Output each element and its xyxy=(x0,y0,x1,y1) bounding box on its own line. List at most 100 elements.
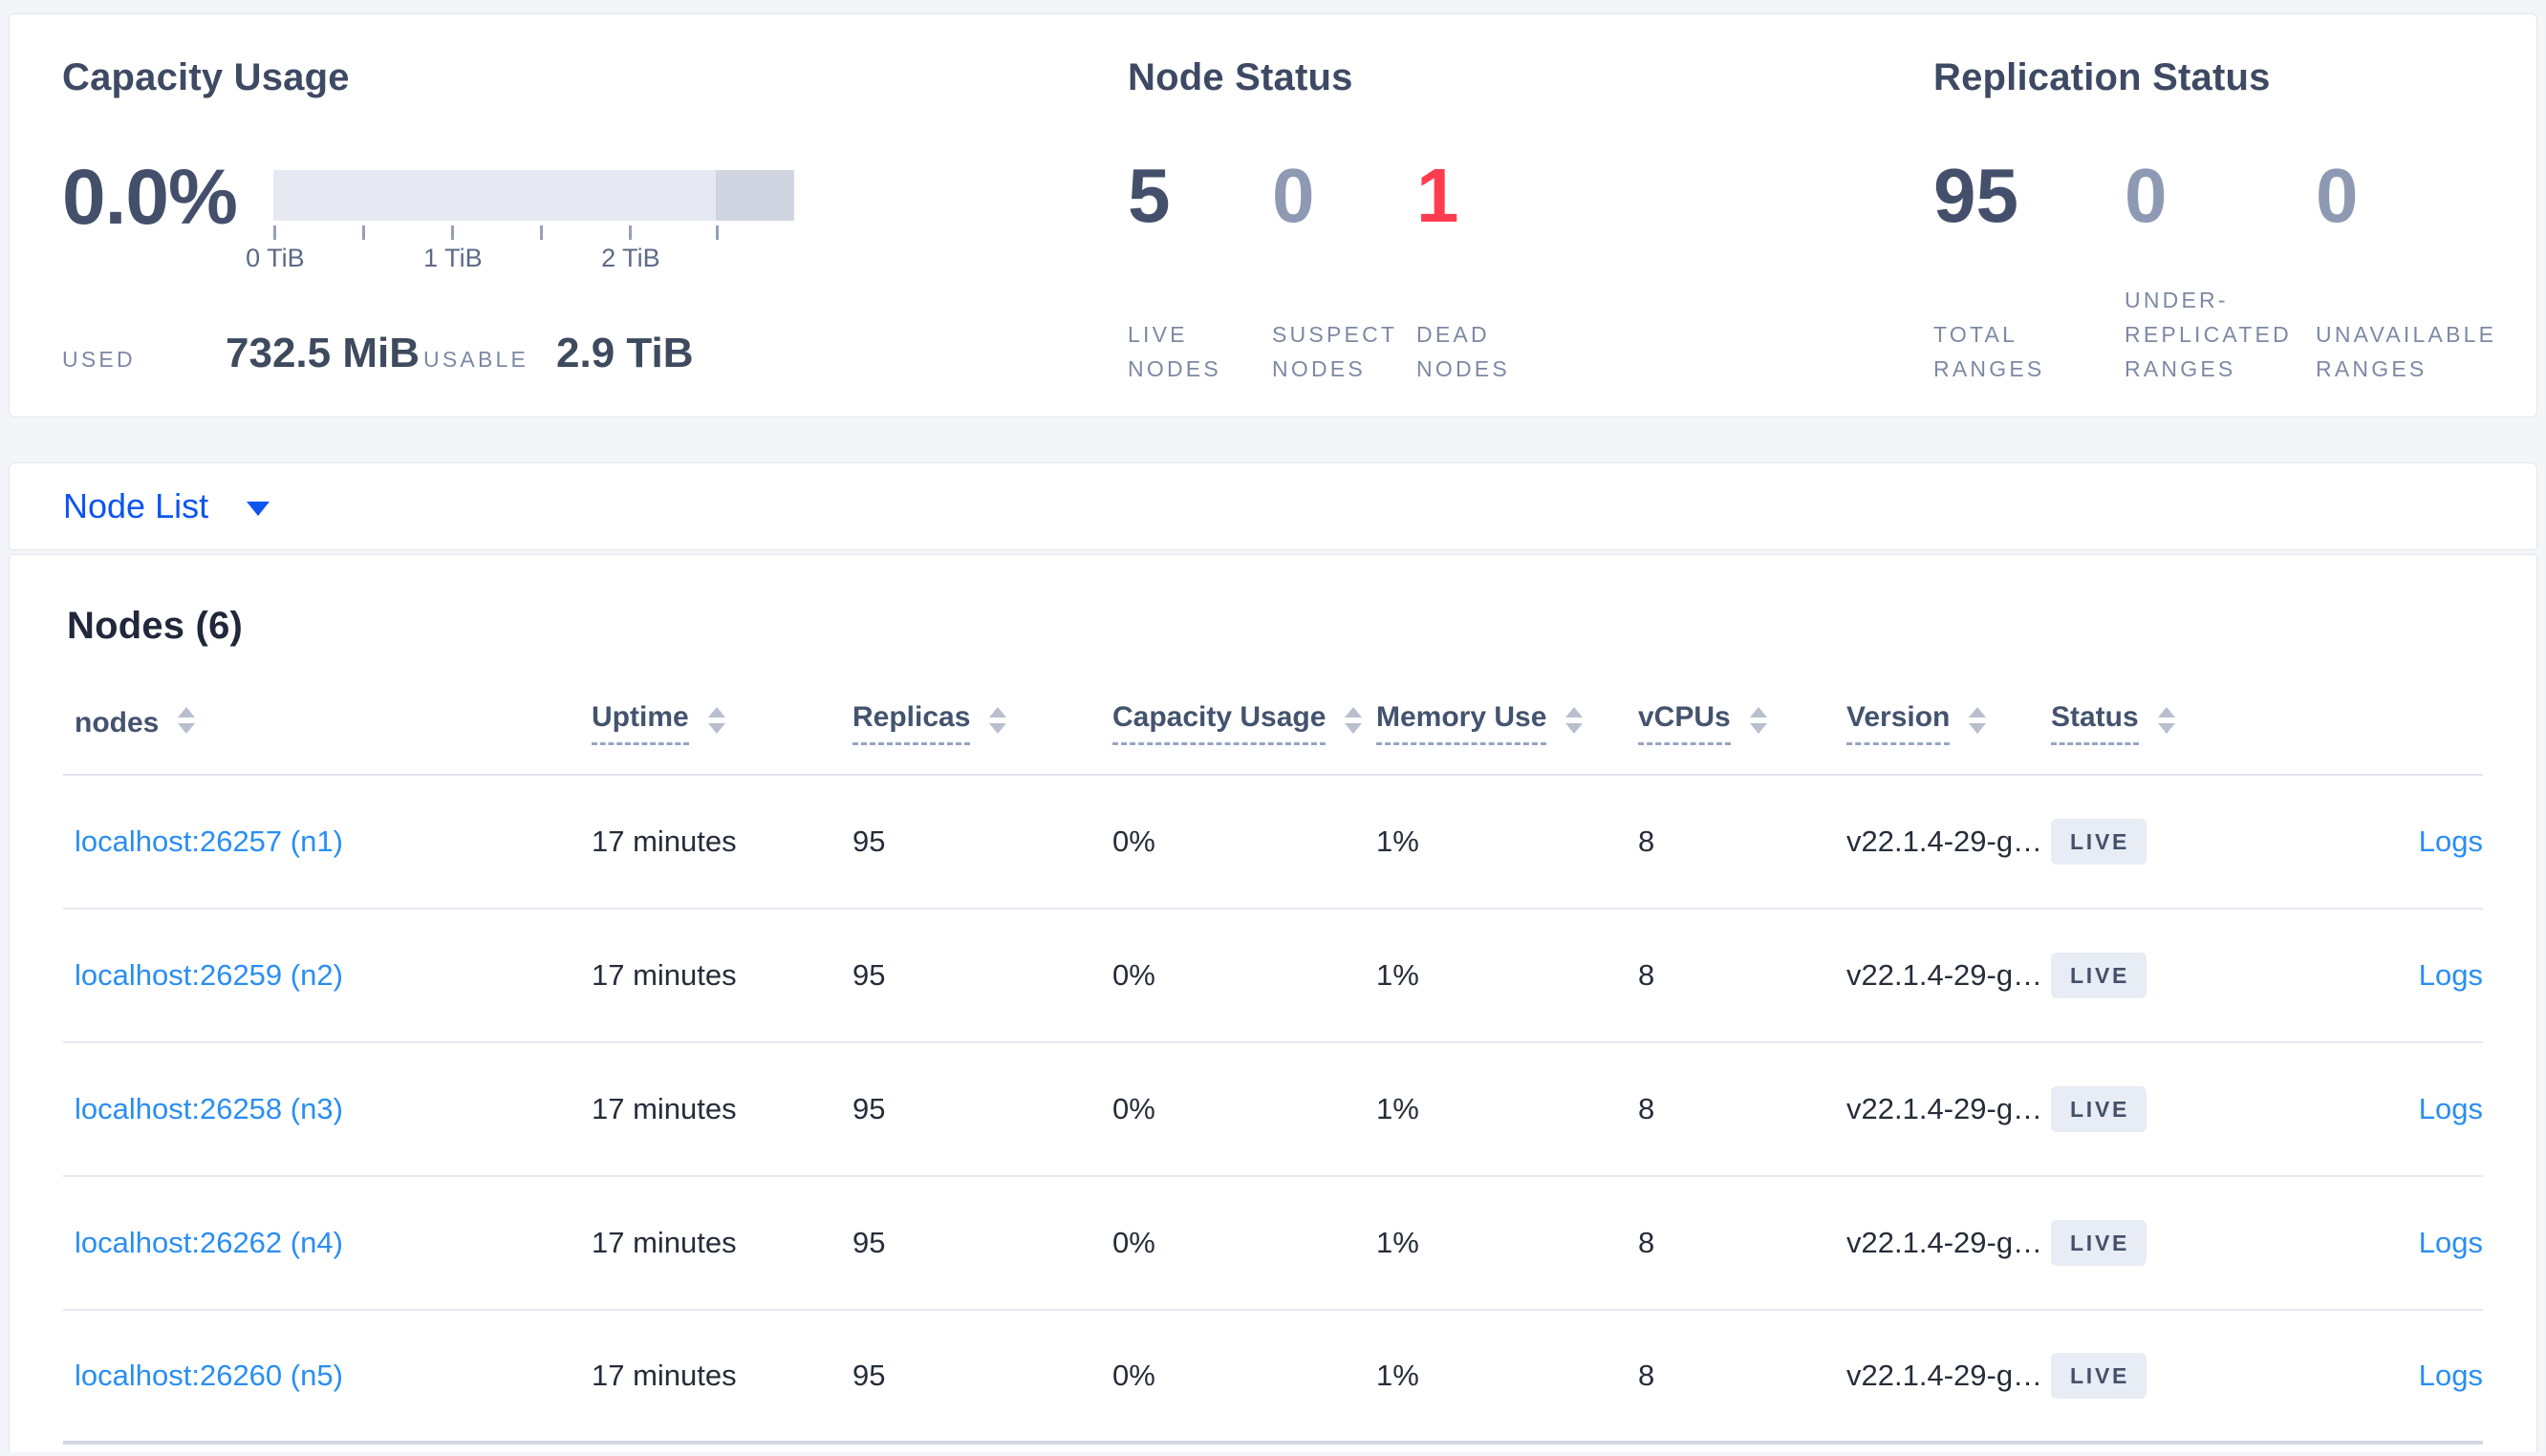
node-link[interactable]: localhost:26257 (n1) xyxy=(75,824,343,858)
sort-icon xyxy=(178,707,196,734)
suspect-nodes-count: 0 xyxy=(1272,153,1315,238)
logs-link[interactable]: Logs xyxy=(2419,1226,2483,1259)
nodes-table: nodes Uptime Replicas Capacity Usage Mem… xyxy=(63,701,2483,1445)
table-row: localhost:26262 (n4) 17 minutes 95 0% 1%… xyxy=(63,1177,2483,1311)
chevron-down-icon xyxy=(247,501,270,516)
node-list-dropdown-label: Node List xyxy=(63,486,209,525)
capacity-axis-ticks xyxy=(272,221,794,240)
replicas-cell: 95 xyxy=(852,1359,886,1392)
capacity-bar-other-segment xyxy=(715,170,794,221)
under-replicated-ranges-label: UNDER-REPLICATED RANGES xyxy=(2125,288,2292,381)
logs-link[interactable]: Logs xyxy=(2419,824,2483,858)
under-replicated-ranges-count: 0 xyxy=(2125,153,2168,238)
table-header-row: nodes Uptime Replicas Capacity Usage Mem… xyxy=(63,701,2483,776)
logs-link[interactable]: Logs xyxy=(2419,1092,2483,1125)
status-badge: LIVE xyxy=(2051,819,2147,865)
capacity-gauge: 0.0% 0 TiB 1 TiB 2 TiB xyxy=(62,154,1128,272)
memory-cell: 1% xyxy=(1376,1092,1419,1125)
uptime-cell: 17 minutes xyxy=(592,958,737,992)
column-header-replicas[interactable]: Replicas xyxy=(852,701,1112,745)
capacity-cell: 0% xyxy=(1112,958,1155,992)
sort-icon xyxy=(1749,707,1767,734)
tick-mark xyxy=(628,225,632,240)
axis-label-1tib: 1 TiB xyxy=(423,244,483,272)
node-status-title: Node Status xyxy=(1128,56,1353,98)
axis-label-2tib: 2 TiB xyxy=(601,244,660,272)
column-header-memory-use[interactable]: Memory Use xyxy=(1376,701,1638,745)
vcpus-cell: 8 xyxy=(1638,1092,1655,1125)
tick-mark xyxy=(715,225,719,240)
column-header-uptime[interactable]: Uptime xyxy=(592,701,852,745)
tick-mark xyxy=(272,225,276,240)
capacity-usage-title: Capacity Usage xyxy=(62,56,350,98)
column-header-capacity-usage[interactable]: Capacity Usage xyxy=(1112,701,1376,745)
vcpus-cell: 8 xyxy=(1638,824,1655,858)
capacity-bar-track xyxy=(272,170,794,221)
capacity-bar: 0 TiB 1 TiB 2 TiB xyxy=(246,170,794,272)
table-row: localhost:26260 (n5) 17 minutes 95 0% 1%… xyxy=(63,1311,2483,1445)
status-badge: LIVE xyxy=(2051,1220,2147,1266)
logs-link[interactable]: Logs xyxy=(2419,958,2483,992)
capacity-cell: 0% xyxy=(1112,1092,1155,1125)
live-nodes-label: LIVE NODES xyxy=(1128,322,1221,381)
column-header-nodes[interactable]: nodes xyxy=(63,707,592,739)
capacity-cell: 0% xyxy=(1112,1226,1155,1259)
vcpus-cell: 8 xyxy=(1638,958,1655,992)
node-status-values: 5 0 1 xyxy=(1128,153,1933,238)
version-cell: v22.1.4-29-g… xyxy=(1846,1226,2043,1259)
unavailable-ranges-label: UNAVAILABLE RANGES xyxy=(2316,322,2497,381)
memory-cell: 1% xyxy=(1376,958,1419,992)
node-status-labels: LIVE NODES SUSPECT NODES DEAD NODES xyxy=(1128,231,1933,386)
column-header-status[interactable]: Status xyxy=(2051,701,2280,745)
version-cell: v22.1.4-29-g… xyxy=(1846,958,2043,992)
capacity-percent: 0.0% xyxy=(62,154,238,241)
capacity-usage-section: Capacity Usage 0.0% 0 TiB 1 TiB 2 TiB US… xyxy=(62,56,1128,417)
logs-link[interactable]: Logs xyxy=(2419,1359,2483,1392)
table-row: localhost:26257 (n1) 17 minutes 95 0% 1%… xyxy=(63,776,2483,910)
total-ranges-label: TOTAL RANGES xyxy=(1933,322,2045,381)
cluster-summary-card: Capacity Usage 0.0% 0 TiB 1 TiB 2 TiB US… xyxy=(9,13,2537,418)
view-selector-bar: Node List xyxy=(9,462,2537,550)
capacity-axis-labels: 0 TiB 1 TiB 2 TiB xyxy=(246,240,794,272)
node-link[interactable]: localhost:26258 (n3) xyxy=(75,1092,343,1125)
status-badge: LIVE xyxy=(2051,1353,2147,1399)
sort-icon xyxy=(2157,707,2175,734)
status-badge: LIVE xyxy=(2051,953,2147,998)
node-link[interactable]: localhost:26260 (n5) xyxy=(75,1359,343,1392)
column-header-vcpus[interactable]: vCPUs xyxy=(1638,701,1846,745)
uptime-cell: 17 minutes xyxy=(592,1226,737,1259)
node-link[interactable]: localhost:26259 (n2) xyxy=(75,958,343,992)
dead-nodes-count: 1 xyxy=(1416,153,1459,238)
memory-cell: 1% xyxy=(1376,1359,1419,1392)
version-cell: v22.1.4-29-g… xyxy=(1846,1359,2043,1392)
replicas-cell: 95 xyxy=(852,824,886,858)
version-cell: v22.1.4-29-g… xyxy=(1846,824,2043,858)
uptime-cell: 17 minutes xyxy=(592,1092,737,1125)
nodes-table-card: Nodes (6) nodes Uptime Replicas Capacity… xyxy=(9,554,2537,1452)
replicas-cell: 95 xyxy=(852,1092,886,1125)
sort-icon xyxy=(707,707,725,734)
memory-cell: 1% xyxy=(1376,824,1419,858)
memory-cell: 1% xyxy=(1376,1226,1419,1259)
status-badge: LIVE xyxy=(2051,1086,2147,1132)
node-list-dropdown[interactable]: Node List xyxy=(63,486,270,526)
column-header-version[interactable]: Version xyxy=(1846,701,2051,745)
replication-labels: TOTAL RANGES UNDER-REPLICATED RANGES UNA… xyxy=(1933,231,2536,386)
tick-mark xyxy=(450,225,454,240)
uptime-cell: 17 minutes xyxy=(592,824,737,858)
table-row: localhost:26259 (n2) 17 minutes 95 0% 1%… xyxy=(63,910,2483,1043)
node-link[interactable]: localhost:26262 (n4) xyxy=(75,1226,343,1259)
tick-mark xyxy=(361,225,365,240)
capacity-cell: 0% xyxy=(1112,824,1155,858)
usable-value: 2.9 TiB xyxy=(556,330,694,376)
sort-icon xyxy=(1565,707,1584,734)
nodes-section-title: Nodes (6) xyxy=(67,605,244,647)
axis-label-0tib: 0 TiB xyxy=(246,244,305,272)
sort-icon xyxy=(1969,707,1987,734)
table-row: localhost:26258 (n3) 17 minutes 95 0% 1%… xyxy=(63,1043,2483,1177)
suspect-nodes-label: SUSPECT NODES xyxy=(1272,322,1397,381)
replication-status-title: Replication Status xyxy=(1933,56,2271,98)
unavailable-ranges-count: 0 xyxy=(2316,153,2359,238)
replicas-cell: 95 xyxy=(852,1226,886,1259)
uptime-cell: 17 minutes xyxy=(592,1359,737,1392)
